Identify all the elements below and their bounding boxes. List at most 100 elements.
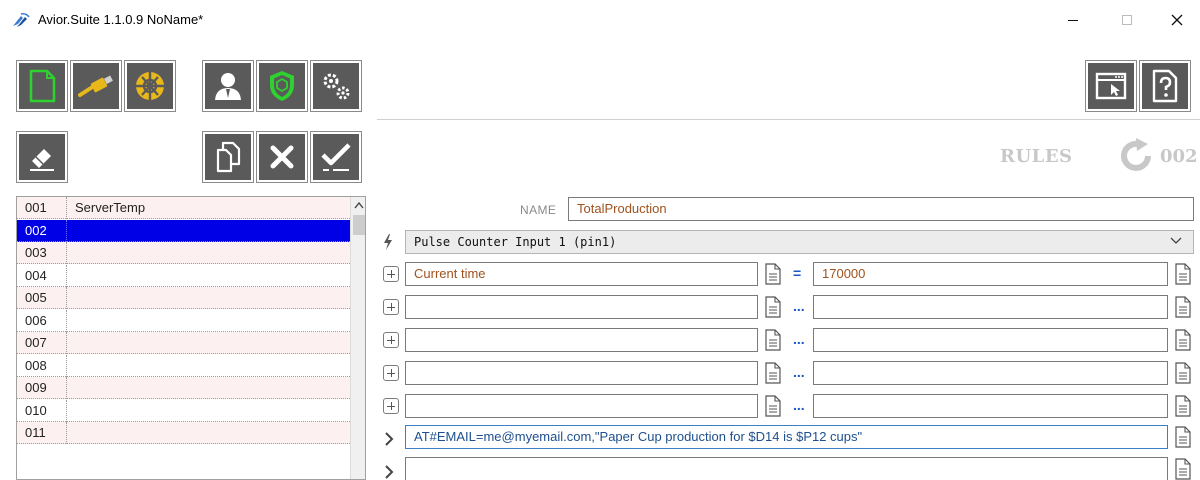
clear-rule-button[interactable] [16,131,68,183]
add-condition-icon[interactable] [383,332,399,348]
settings-button[interactable] [310,60,362,112]
scroll-up-icon[interactable] [354,201,364,209]
rule-name-input[interactable]: TotalProduction [568,197,1194,221]
shield-icon [270,71,294,101]
add-condition-icon[interactable] [383,266,399,282]
document-icon[interactable] [1174,394,1192,418]
minimize-icon [1068,20,1078,21]
document-icon[interactable] [1174,295,1192,319]
condition-right-input[interactable] [813,328,1168,352]
rule-list-row[interactable]: 010 [17,399,350,422]
document-icon[interactable] [764,262,782,286]
condition-left-input[interactable] [405,361,758,385]
help-document-icon [1152,69,1178,103]
window-mode-button[interactable] [1085,60,1137,112]
help-button[interactable] [1139,60,1191,112]
rule-number-cell: 001 [17,197,67,219]
action-command-input[interactable] [405,457,1168,480]
chevron-right-icon [385,432,394,446]
rule-list-row[interactable]: 004 [17,264,350,287]
new-project-button[interactable] [16,60,68,112]
action-command-input[interactable]: AT#EMAIL=me@myemail.com,"Paper Cup produ… [405,425,1168,449]
rule-list[interactable]: 001 ServerTemp 002 003 004 005 006 007 008 009 010… [16,196,366,480]
condition-right-input[interactable] [813,361,1168,385]
document-icon[interactable] [1174,457,1192,480]
toolbar-separator [377,119,1200,120]
delete-rule-button[interactable] [256,131,308,183]
rule-list-row[interactable]: 001 ServerTemp [17,197,350,219]
rule-number-cell: 003 [17,242,67,264]
copy-icon [216,141,241,173]
add-condition-icon[interactable] [383,299,399,315]
rule-number-cell: 005 [17,287,67,309]
rule-list-row[interactable]: 006 [17,309,350,332]
network-button[interactable] [124,60,176,112]
rule-list-row[interactable]: 009 [17,377,350,399]
trigger-bolt-icon [384,234,392,250]
apply-rule-button[interactable] [310,131,362,183]
copy-rule-button[interactable] [202,131,254,183]
add-condition-icon[interactable] [383,398,399,414]
rule-list-row[interactable]: 008 [17,354,350,377]
minimize-button[interactable] [1050,0,1096,40]
delete-icon [270,145,294,169]
title-bar: Avior.Suite 1.1.0.9 NoName* [0,0,1200,40]
user-icon [215,73,241,100]
network-globe-icon [136,72,164,100]
document-icon[interactable] [1174,262,1192,286]
add-condition-icon[interactable] [383,365,399,381]
gears-icon [323,73,350,100]
list-scrollbar[interactable] [350,197,365,479]
document-icon[interactable] [764,361,782,385]
document-icon[interactable] [1174,425,1192,449]
condition-operator[interactable]: = [793,265,801,281]
scroll-thumb[interactable] [353,215,365,235]
rule-number-cell: 009 [17,377,67,399]
condition-right-input[interactable] [813,394,1168,418]
eraser-icon [30,149,54,171]
condition-right-input[interactable] [813,295,1168,319]
refresh-icon[interactable] [1116,136,1156,176]
rule-number-cell: 007 [17,332,67,354]
maximize-icon [1122,15,1132,25]
document-icon[interactable] [764,328,782,352]
condition-left-input[interactable] [405,328,758,352]
rule-list-row[interactable]: 011 [17,422,350,444]
condition-operator[interactable]: ... [793,298,805,314]
usb-plug-icon [78,75,113,97]
name-label: NAME [520,203,557,217]
rule-list-row[interactable]: 007 [17,332,350,354]
document-icon[interactable] [1174,328,1192,352]
connect-usb-button[interactable] [70,60,122,112]
condition-left-input[interactable] [405,394,758,418]
document-icon[interactable] [764,295,782,319]
chevron-down-icon [1170,237,1182,244]
document-icon[interactable] [1174,361,1192,385]
condition-operator[interactable]: ... [793,397,805,413]
condition-left-input[interactable]: Current time [405,262,758,286]
new-file-icon [29,69,56,103]
avior-logo-icon [13,13,30,27]
rule-list-row[interactable]: 005 [17,287,350,309]
rule-number-cell: 006 [17,309,67,332]
condition-operator[interactable]: ... [793,331,805,347]
rule-number: 002 [1160,146,1198,167]
rule-list-row[interactable]: 002 [17,219,350,242]
close-button[interactable] [1154,0,1200,40]
close-icon [1171,14,1183,26]
window-cursor-icon [1095,72,1127,100]
user-button[interactable] [202,60,254,112]
condition-right-input[interactable]: 170000 [813,262,1168,286]
maximize-button[interactable] [1104,0,1150,40]
accept-icon [321,143,351,171]
rule-list-row[interactable]: 003 [17,242,350,264]
chevron-right-icon [385,465,394,479]
security-button[interactable] [256,60,308,112]
condition-left-input[interactable] [405,295,758,319]
rule-number-cell: 010 [17,399,67,422]
rule-name-cell: ServerTemp [75,200,146,215]
document-icon[interactable] [764,394,782,418]
condition-operator[interactable]: ... [793,364,805,380]
rules-label: RULES [1000,146,1073,167]
trigger-select[interactable]: Pulse Counter Input 1 (pin1) [405,230,1194,254]
